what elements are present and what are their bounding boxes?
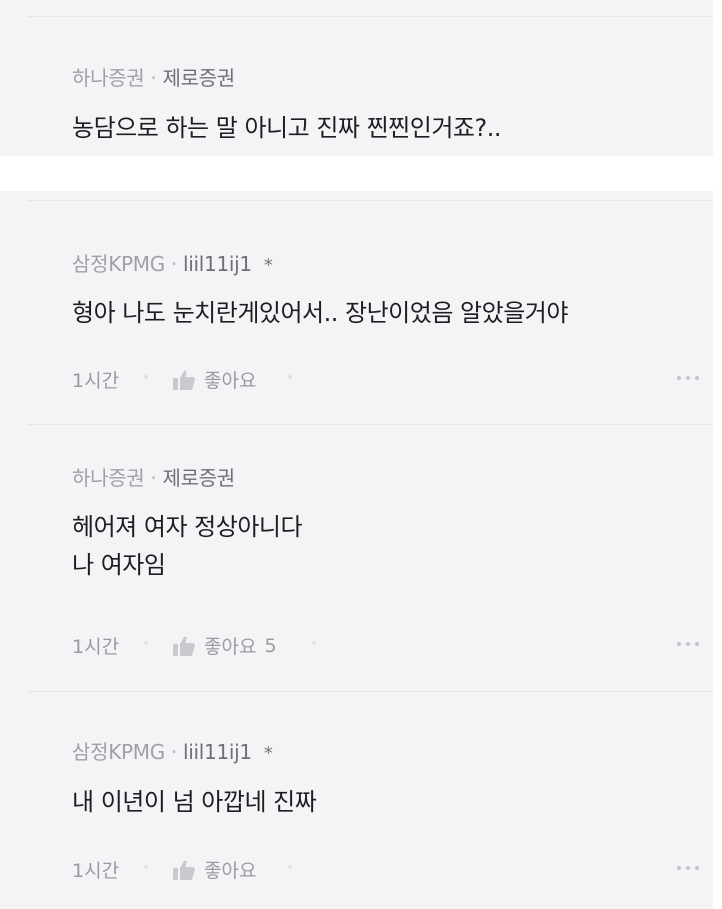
author-name[interactable]: 제로증권 [162,466,235,490]
more-dots-icon [677,642,681,646]
comment-actions: 1시간 좋아요 [72,366,713,393]
more-dots-icon [695,376,699,380]
author-badge: * [263,743,273,764]
comment-meta: 하나증권 · 제로증권 [72,62,235,91]
comment-text-line: 헤어져 여자 정상아니다 [72,513,303,541]
meta-separator: · [150,66,157,90]
thumbs-up-icon [173,860,195,880]
comment-actions: 1시간 좋아요 5 [72,632,713,659]
author-badge: * [263,255,273,276]
actions-separator [288,865,292,869]
comment-text: 형아 나도 눈치란게있어서.. 장난이었음 알았을거야 [72,294,568,332]
author-company[interactable]: 삼정KPMG [72,252,165,276]
more-dots-icon [677,866,681,870]
meta-separator: · [170,740,177,764]
actions-separator [288,375,292,379]
comment-meta: 삼정KPMG · liil11ij1 * [72,736,273,765]
meta-separator: · [150,466,157,490]
author-name[interactable]: liil11ij1 [183,740,252,764]
actions-separator [312,641,316,645]
author-name[interactable]: liil11ij1 [183,252,252,276]
comment-time: 1시간 [72,370,120,392]
divider [28,691,713,692]
author-company[interactable]: 삼정KPMG [72,740,165,764]
more-dots-icon [695,642,699,646]
comment-text-line: 나 여자임 [72,551,166,579]
like-count: 5 [264,634,277,657]
comment-text: 내 이년이 넘 아깝네 진짜 [72,783,317,821]
divider [28,200,713,201]
more-options-button[interactable] [677,866,699,870]
thumbs-up-icon [173,370,195,390]
like-label: 좋아요 [204,370,257,392]
more-dots-icon [686,376,690,380]
divider [28,16,713,17]
like-button[interactable]: 좋아요 5 [172,632,277,659]
like-label: 좋아요 [204,860,257,882]
comment-text-line: 내 이년이 넘 아깝네 진짜 [72,788,317,816]
comment-time: 1시간 [72,860,120,882]
comment-meta: 하나증권 · 제로증권 [72,462,235,491]
more-options-button[interactable] [677,376,699,380]
meta-separator: · [170,252,177,276]
more-dots-icon [677,376,681,380]
actions-separator [144,641,148,645]
like-button[interactable]: 좋아요 [172,366,264,393]
comment-text-line: 농담으로 하는 말 아니고 진짜 찐찐인거죠?.. [72,114,502,142]
like-button[interactable]: 좋아요 [172,856,264,883]
more-dots-icon [686,642,690,646]
thumbs-up-icon [173,636,195,656]
comment-card-top: 하나증권 · 제로증권 농담으로 하는 말 아니고 진짜 찐찐인거죠?.. [0,0,713,156]
comment-time: 1시간 [72,636,120,658]
comment-actions: 1시간 좋아요 [72,856,713,883]
more-options-button[interactable] [677,642,699,646]
more-dots-icon [686,866,690,870]
comment-text: 헤어져 여자 정상아니다 나 여자임 [72,508,303,584]
author-company[interactable]: 하나증권 [72,66,145,90]
comment-list: 삼정KPMG · liil11ij1 * 형아 나도 눈치란게있어서.. 장난이었음 … [0,191,713,909]
author-name[interactable]: 제로증권 [162,66,235,90]
comment-text: 농담으로 하는 말 아니고 진짜 찐찐인거죠?.. [72,109,502,147]
actions-separator [144,375,148,379]
divider [28,424,713,425]
comment-meta: 삼정KPMG · liil11ij1 * [72,248,273,277]
author-company[interactable]: 하나증권 [72,466,145,490]
more-dots-icon [695,866,699,870]
comment-text-line: 형아 나도 눈치란게있어서.. 장난이었음 알았을거야 [72,299,568,327]
like-label: 좋아요 [204,636,257,658]
actions-separator [144,865,148,869]
